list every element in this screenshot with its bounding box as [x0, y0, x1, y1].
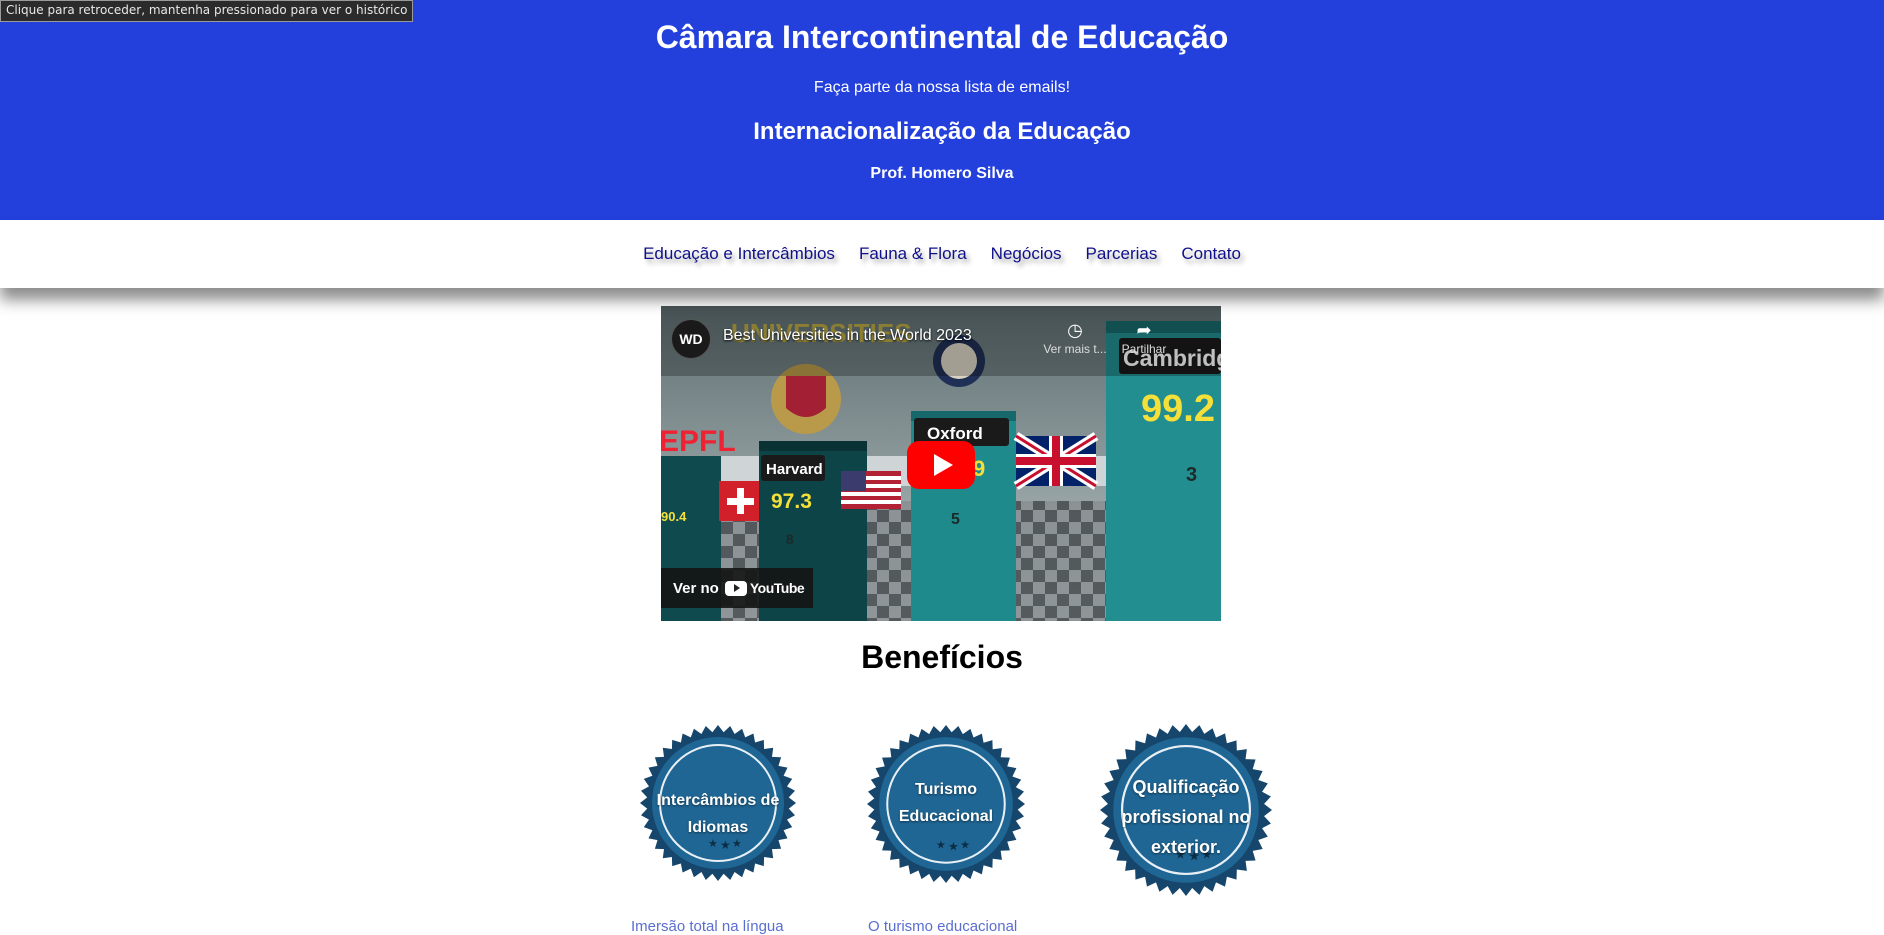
nav-link-fauna-flora[interactable]: Fauna & Flora	[859, 244, 967, 264]
benefit-badge-qualificacao[interactable]: ★ ★ ★ Qualificação profissional no exter…	[1100, 724, 1272, 896]
thumbnail-harvard-score: 97.3	[771, 490, 812, 513]
share-icon: ➦	[1136, 320, 1152, 340]
watch-later-label: Ver mais t...	[1043, 342, 1107, 356]
clock-icon: ◷	[1067, 320, 1083, 340]
site-header: Câmara Intercontinental de Educação Faça…	[0, 0, 1884, 220]
thumbnail-epfl-label: EPFL	[661, 425, 736, 458]
youtube-logo: YouTube	[724, 580, 805, 596]
author-name: Prof. Homero Silva	[870, 165, 1014, 182]
badge-intercambios-line-2: Idiomas	[687, 819, 749, 836]
svg-text:★: ★	[948, 840, 959, 854]
main-nav: Educação e Intercâmbios Fauna & Flora Ne…	[0, 220, 1884, 288]
badge-intercambios-line-1: Intercâmbios de	[656, 792, 780, 809]
badge-qualificacao-line-3: exterior.	[1150, 837, 1222, 857]
youtube-play-icon	[724, 580, 747, 596]
benefit-badge-intercambios[interactable]: ★ ★ ★ Intercâmbios de Idiomas	[640, 725, 796, 881]
thumbnail-harvard-label: Harvard	[766, 461, 823, 478]
nav-link-negocios[interactable]: Negócios	[991, 244, 1062, 264]
back-button-tooltip: Clique para retroceder, mantenha pressio…	[0, 0, 414, 22]
thumbnail-harvard-rank: 8	[786, 531, 794, 547]
watch-on-label: Ver no	[673, 579, 719, 597]
badge-turismo-line-2: Educacional	[898, 808, 994, 825]
play-button[interactable]	[907, 441, 975, 489]
thumbnail-oxford-rank: 5	[951, 511, 960, 528]
thumbnail-epfl-score: 90.4	[661, 509, 687, 524]
nav-link-educacao[interactable]: Educação e Intercâmbios	[643, 244, 835, 264]
benefit-desc-turismo: O turismo educacional	[868, 918, 1018, 935]
svg-text:★: ★	[960, 840, 970, 852]
thumbnail-cambridge-rank: 3	[1186, 464, 1197, 486]
share-button[interactable]: ➦ Partilhar	[1116, 320, 1172, 356]
video-title[interactable]: Best Universities in the World 2023	[723, 327, 972, 345]
benefits-heading: Benefícios	[861, 639, 1023, 675]
watch-later-button[interactable]: ◷ Ver mais t...	[1043, 320, 1107, 356]
nav-link-contato[interactable]: Contato	[1181, 244, 1241, 264]
youtube-logo-text: YouTube	[749, 580, 805, 596]
watch-on-youtube-button[interactable]: Ver no YouTube	[661, 568, 813, 608]
badge-qualificacao-line-2: profissional no	[1121, 807, 1251, 827]
site-title: Câmara Intercontinental de Educação	[655, 19, 1229, 55]
benefit-badge-turismo[interactable]: ★ ★ ★ Turismo Educacional	[867, 725, 1025, 883]
badge-turismo-line-1: Turismo	[915, 781, 977, 798]
email-signup-link[interactable]: Faça parte da nossa lista de emails!	[0, 79, 1884, 97]
page-subtitle: Internacionalização da Educação	[753, 118, 1131, 145]
benefit-desc-intercambios: Imersão total na língua	[631, 918, 784, 935]
channel-avatar[interactable]: WD	[671, 319, 711, 359]
youtube-video-embed[interactable]: UNIVERSITIES EPFL 90.4 Harvard 97.3 8 Ox…	[661, 306, 1221, 621]
share-label: Partilhar	[1121, 342, 1167, 356]
thumbnail-cambridge-score: 99.2	[1141, 388, 1215, 430]
play-icon	[934, 454, 953, 476]
svg-text:★: ★	[936, 840, 946, 852]
badge-qualificacao-line-1: Qualificação	[1132, 777, 1240, 797]
nav-link-parcerias[interactable]: Parcerias	[1086, 244, 1158, 264]
